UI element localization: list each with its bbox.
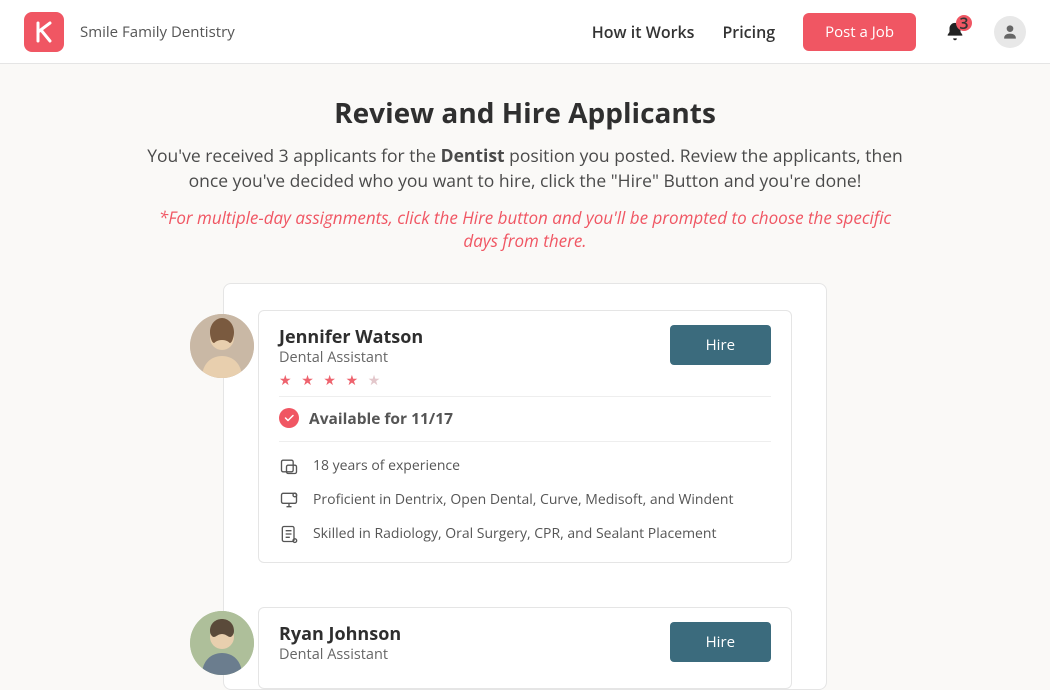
rating-stars: ★ ★ ★ ★ ★ [279,371,423,390]
applicants-panel: Jennifer Watson Dental Assistant ★ ★ ★ ★… [223,283,827,690]
nav-how-it-works[interactable]: How it Works [592,21,695,43]
intro-section: Review and Hire Applicants You've receiv… [145,94,905,253]
applicant-name: Ryan Johnson [279,622,401,646]
page-title: Review and Hire Applicants [145,94,905,132]
applicant-name: Jennifer Watson [279,325,423,349]
applicant-role: Dental Assistant [279,645,401,664]
hire-button[interactable]: Hire [670,325,771,365]
experience-row: 18 years of experience [279,456,771,476]
hire-button[interactable]: Hire [670,622,771,662]
monitor-icon [279,490,299,510]
avatar-icon [994,16,1026,48]
org-name: Smile Family Dentistry [80,22,235,42]
skills-row: Skilled in Radiology, Oral Surgery, CPR,… [279,524,771,544]
list-icon [279,524,299,544]
primary-nav: How it Works Pricing Post a Job 3 [592,13,1026,51]
post-job-button[interactable]: Post a Job [803,13,916,51]
applicant-photo [190,314,254,378]
notification-badge: 3 [956,15,972,31]
nav-pricing[interactable]: Pricing [722,21,775,43]
app-logo[interactable] [24,12,64,52]
check-icon [279,408,299,428]
intro-lead: You've received 3 applicants for the Den… [145,144,905,193]
availability-text: Available for 11/17 [309,407,453,429]
applicant-photo [190,611,254,675]
profile-menu[interactable] [994,16,1026,48]
top-header: Smile Family Dentistry How it Works Pric… [0,0,1050,64]
notifications-button[interactable]: 3 [944,21,966,43]
proficiency-row: Proficient in Dentrix, Open Dental, Curv… [279,490,771,510]
applicant-card: Ryan Johnson Dental Assistant Hire [258,607,792,689]
applicant-role: Dental Assistant [279,348,423,367]
logo-k-icon [32,20,56,44]
intro-note: *For multiple-day assignments, click the… [145,207,905,253]
availability-row: Available for 11/17 [279,396,771,442]
applicant-card: Jennifer Watson Dental Assistant ★ ★ ★ ★… [258,310,792,563]
experience-icon [279,456,299,476]
